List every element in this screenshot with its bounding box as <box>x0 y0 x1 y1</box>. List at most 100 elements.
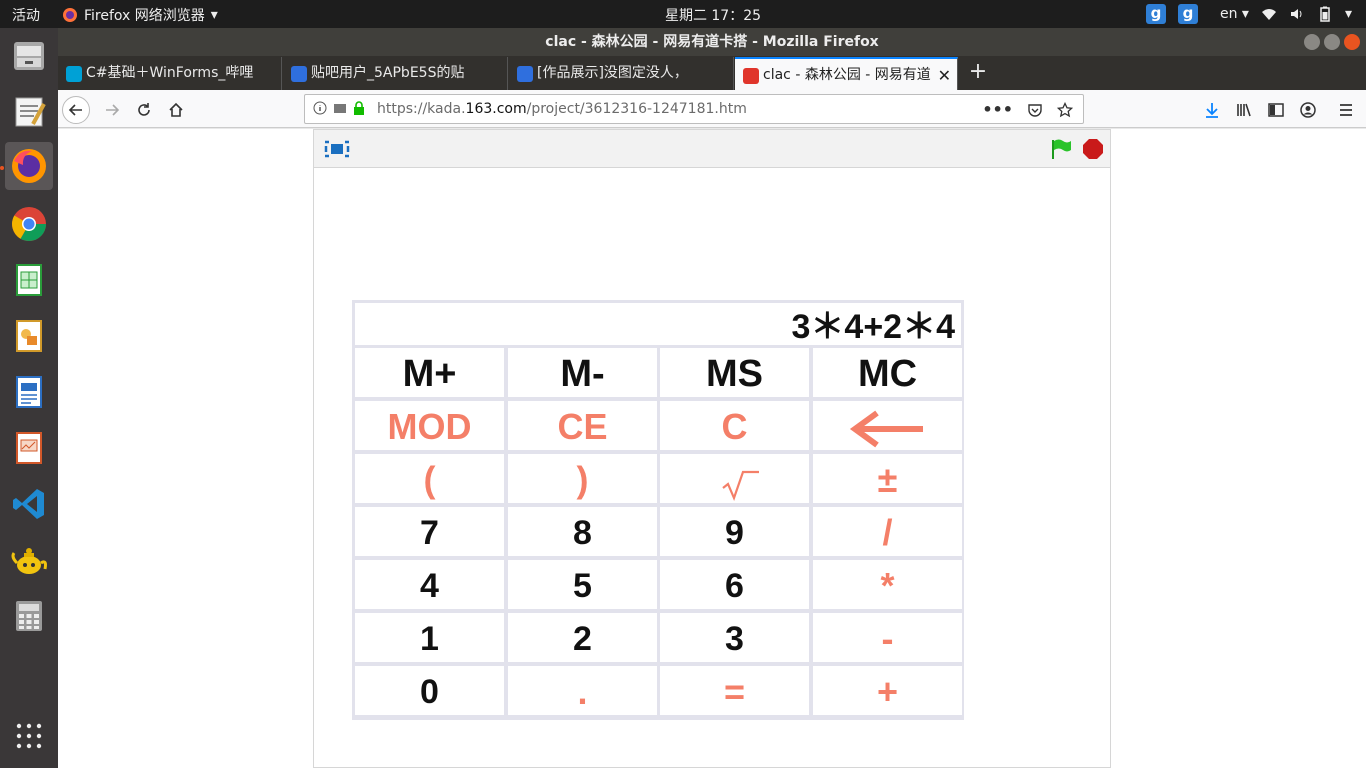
key-open-paren-button[interactable]: ( <box>355 454 504 503</box>
dock-writer[interactable] <box>5 368 53 416</box>
key-m-minus-button[interactable]: M- <box>508 348 657 397</box>
downloads-button[interactable] <box>1198 96 1226 124</box>
account-button[interactable] <box>1294 96 1322 124</box>
battery-icon[interactable] <box>1317 6 1333 22</box>
home-button[interactable] <box>162 96 190 124</box>
dock-calculator[interactable] <box>5 592 53 640</box>
new-tab-button[interactable]: + <box>964 56 992 90</box>
key-zero-button[interactable]: 0 <box>355 666 504 715</box>
key-backspace-button[interactable] <box>813 401 962 450</box>
key-plus-minus-button[interactable]: ± <box>813 454 962 503</box>
fullscreen-icon[interactable] <box>324 138 350 160</box>
input-method-badge[interactable]: g <box>1145 4 1166 24</box>
file-cabinet-icon <box>14 42 44 70</box>
spreadsheet-icon <box>16 264 42 296</box>
key-mod-button[interactable]: MOD <box>355 401 504 450</box>
back-button[interactable] <box>62 96 90 124</box>
language-indicator[interactable]: en ▾ <box>1220 6 1249 22</box>
key-nine-button[interactable]: 9 <box>660 507 809 556</box>
key-ms-button[interactable]: MS <box>660 348 809 397</box>
key-one-button[interactable]: 1 <box>355 613 504 662</box>
window-title-bar[interactable]: clac - 森林公园 - 网易有道卡搭 - Mozilla Firefox <box>58 28 1366 56</box>
vscode-icon <box>13 489 44 519</box>
permissions-icon[interactable] <box>333 101 347 115</box>
dock-vscode[interactable] <box>5 480 53 528</box>
running-indicator <box>0 166 4 170</box>
kada-logo-icon <box>743 68 759 84</box>
backspace-arrow-icon <box>849 410 923 448</box>
chevron-down-icon[interactable]: ▾ <box>1345 6 1352 22</box>
tab-strip: C#基础＋WinForms_哔哩 贴吧用户_5APbE5S的贴 [作品展示]没图… <box>58 56 1366 90</box>
key-eight-button[interactable]: 8 <box>508 507 657 556</box>
key-minus-button[interactable]: - <box>813 613 962 662</box>
dock-impress[interactable] <box>5 424 53 472</box>
reload-button[interactable] <box>130 96 158 124</box>
player-toolbar <box>314 130 1110 168</box>
volume-icon[interactable] <box>1289 6 1305 22</box>
wifi-icon[interactable] <box>1261 6 1277 22</box>
info-icon[interactable] <box>313 101 327 115</box>
gnome-top-bar: 活动 Firefox 网络浏览器 ▾ 星期二 17：25 g g en ▾ ▾ <box>0 0 1366 28</box>
key-five-button[interactable]: 5 <box>508 560 657 609</box>
key-two-button[interactable]: 2 <box>508 613 657 662</box>
bookmark-star-icon[interactable] <box>1057 101 1073 118</box>
lock-icon[interactable] <box>353 101 365 115</box>
sidebar-button[interactable] <box>1262 96 1290 124</box>
key-multiply-button[interactable]: * <box>813 560 962 609</box>
key-m-plus-button[interactable]: M+ <box>355 348 504 397</box>
page-actions-icon[interactable]: ••• <box>982 100 1013 119</box>
url-bar[interactable]: https://kada.163.com/project/3612316-124… <box>304 94 1084 124</box>
account-icon <box>1300 102 1316 118</box>
reload-icon <box>138 103 150 116</box>
tab-kada-clac[interactable]: clac - 森林公园 - 网易有道 ✕ <box>735 57 958 90</box>
maximize-button[interactable] <box>1324 34 1340 50</box>
url-action-icons: ••• <box>982 100 1073 119</box>
dock-text-editor[interactable] <box>5 88 53 136</box>
app-grid-icon <box>16 723 42 749</box>
stop-icon[interactable] <box>1082 138 1104 160</box>
dock-spreadsheet[interactable] <box>5 256 53 304</box>
key-close-paren-button[interactable]: ) <box>508 454 657 503</box>
tab-label: 贴吧用户_5APbE5S的贴 <box>311 65 465 81</box>
key-sqrt-button[interactable] <box>660 454 809 503</box>
tab-tieba-post[interactable]: [作品展示]没图定没人， <box>509 57 734 90</box>
key-mc-button[interactable]: MC <box>813 348 962 397</box>
close-tab-icon[interactable]: ✕ <box>938 59 951 90</box>
key-four-button[interactable]: 4 <box>355 560 504 609</box>
key-seven-button[interactable]: 7 <box>355 507 504 556</box>
key-three-button[interactable]: 3 <box>660 613 809 662</box>
hamburger-menu-icon <box>1340 104 1352 116</box>
tab-tieba-user[interactable]: 贴吧用户_5APbE5S的贴 <box>283 57 508 90</box>
dock-files[interactable] <box>5 32 53 80</box>
url-text[interactable]: https://kada.163.com/project/3612316-124… <box>377 101 747 117</box>
show-applications-button[interactable] <box>5 712 53 760</box>
system-tray: g g en ▾ ▾ <box>1145 3 1352 25</box>
key-six-button[interactable]: 6 <box>660 560 809 609</box>
close-window-button[interactable] <box>1344 34 1360 50</box>
tab-bilibili[interactable]: C#基础＋WinForms_哔哩 <box>58 57 282 90</box>
dock-teapot-app[interactable] <box>5 536 53 584</box>
bilibili-icon <box>66 66 82 82</box>
ubuntu-dock <box>0 28 58 768</box>
green-flag-icon[interactable] <box>1050 138 1072 160</box>
tab-label: clac - 森林公园 - 网易有道 <box>763 67 931 83</box>
key-equals-button[interactable]: = <box>660 666 809 715</box>
dock-draw[interactable] <box>5 312 53 360</box>
input-method-badge-2[interactable]: g <box>1177 4 1198 24</box>
key-decimal-button[interactable]: . <box>508 666 657 715</box>
menu-button[interactable] <box>1332 96 1360 124</box>
home-icon <box>169 102 183 117</box>
library-button[interactable] <box>1230 96 1258 124</box>
teapot-icon <box>11 548 47 574</box>
key-c-button[interactable]: C <box>660 401 809 450</box>
key-ce-button[interactable]: CE <box>508 401 657 450</box>
dock-firefox[interactable] <box>5 142 53 190</box>
key-divide-button[interactable]: / <box>813 507 962 556</box>
pocket-icon[interactable] <box>1027 102 1043 118</box>
minimize-button[interactable] <box>1304 34 1320 50</box>
url-identity-icons <box>313 101 365 115</box>
dock-chrome[interactable] <box>5 200 53 248</box>
forward-button[interactable] <box>98 96 126 124</box>
window-title: clac - 森林公园 - 网易有道卡搭 - Mozilla Firefox <box>545 34 879 50</box>
key-plus-button[interactable]: + <box>813 666 962 715</box>
